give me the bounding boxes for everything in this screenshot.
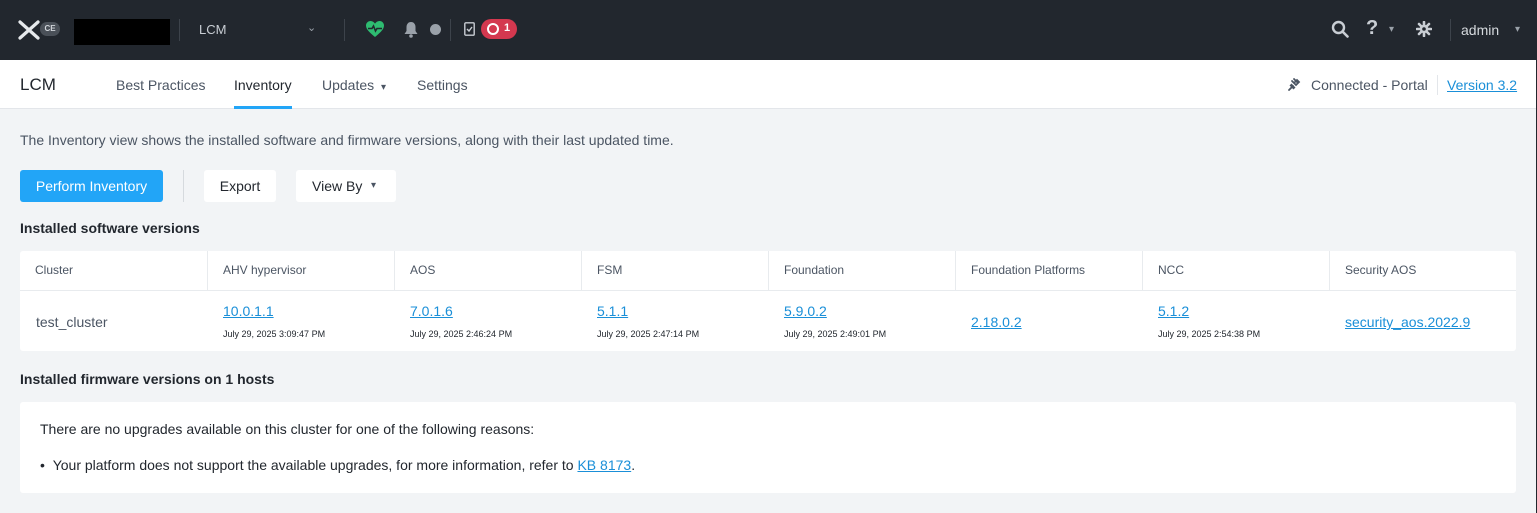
search-icon[interactable] [1331, 20, 1349, 38]
column-divider [1329, 251, 1330, 290]
alert-icon [487, 23, 499, 35]
plug-icon [1288, 78, 1301, 91]
top-navigation-bar: CE LCM ⌄ 1 ? ▾ admin ▾ [0, 0, 1537, 60]
redacted-cluster-name [74, 19, 170, 45]
divider [1437, 75, 1438, 95]
ahv-version-link[interactable]: 10.0.1.1 [223, 303, 274, 319]
foundation-updated-time: July 29, 2025 2:49:01 PM [784, 329, 887, 339]
security-aos-version-link[interactable]: security_aos.2022.9 [1345, 314, 1470, 330]
task-icon[interactable] [464, 22, 475, 36]
divider [179, 19, 180, 41]
column-header-aos[interactable]: AOS [410, 251, 435, 290]
export-button[interactable]: Export [204, 170, 276, 202]
tab-updates-label: Updates [322, 77, 375, 93]
user-menu[interactable]: admin [1461, 22, 1499, 38]
chevron-down-icon: ▾ [371, 180, 377, 191]
column-header-fsm[interactable]: FSM [597, 251, 622, 290]
bullet: • [40, 457, 53, 473]
firmware-reason-item: • Your platform does not support the ava… [40, 457, 635, 473]
chevron-down-icon: ▾ [381, 82, 387, 93]
firmware-section-title: Installed firmware versions on 1 hosts [20, 371, 275, 387]
tab-inventory[interactable]: Inventory [234, 77, 292, 93]
aos-updated-time: July 29, 2025 2:46:24 PM [410, 329, 513, 339]
cluster-name-cell: test_cluster [36, 314, 108, 330]
foundation-version-link[interactable]: 5.9.0.2 [784, 303, 827, 319]
column-header-foundation[interactable]: Foundation [784, 251, 844, 290]
fsm-updated-time: July 29, 2025 2:47:14 PM [597, 329, 700, 339]
nutanix-x-icon[interactable] [18, 20, 40, 40]
column-header-ncc[interactable]: NCC [1158, 251, 1184, 290]
page-title: LCM [20, 75, 56, 94]
divider [1450, 19, 1451, 41]
ncc-version-link[interactable]: 5.1.2 [1158, 303, 1189, 319]
aos-version-link[interactable]: 7.0.1.6 [410, 303, 453, 319]
header-divider [20, 290, 1516, 291]
perform-inventory-button[interactable]: Perform Inventory [20, 170, 163, 202]
firmware-reason-text: Your platform does not support the avail… [52, 457, 578, 473]
fsm-version-link[interactable]: 5.1.1 [597, 303, 628, 319]
software-section-title: Installed software versions [20, 220, 200, 236]
column-divider [581, 251, 582, 290]
column-header-ahv[interactable]: AHV hypervisor [223, 251, 306, 290]
ncc-updated-time: July 29, 2025 2:54:38 PM [1158, 329, 1261, 339]
chevron-down-icon[interactable]: ▾ [1515, 24, 1520, 35]
tab-settings[interactable]: Settings [417, 77, 468, 93]
chevron-down-icon[interactable]: ⌄ [307, 21, 316, 34]
lcm-subnav: LCM Best Practices Inventory Updates ▾ S… [0, 60, 1537, 109]
bell-icon[interactable] [403, 21, 419, 38]
foundation-platforms-version-link[interactable]: 2.18.0.2 [971, 314, 1022, 330]
view-by-label: View By [312, 178, 363, 194]
tab-best-practices[interactable]: Best Practices [116, 77, 205, 93]
column-divider [1142, 251, 1143, 290]
status-dot [430, 24, 441, 35]
alert-badge[interactable]: 1 [481, 19, 517, 39]
divider [183, 170, 184, 202]
chevron-down-icon[interactable]: ▾ [1389, 24, 1394, 35]
help-icon[interactable]: ? [1366, 17, 1378, 40]
column-divider [955, 251, 956, 290]
version-link[interactable]: Version 3.2 [1447, 77, 1517, 93]
column-divider [207, 251, 208, 290]
tab-updates[interactable]: Updates ▾ [322, 77, 386, 93]
ce-badge: CE [40, 22, 60, 36]
alert-count: 1 [504, 22, 511, 34]
column-header-cluster[interactable]: Cluster [35, 251, 73, 290]
view-by-dropdown[interactable]: View By ▾ [296, 170, 396, 202]
divider [450, 19, 451, 41]
kb-article-link[interactable]: KB 8173 [577, 457, 631, 473]
column-divider [394, 251, 395, 290]
health-heart-icon[interactable] [365, 20, 385, 38]
column-divider [768, 251, 769, 290]
column-header-foundation-platforms[interactable]: Foundation Platforms [971, 251, 1085, 290]
connection-status: Connected - Portal [1311, 77, 1428, 93]
active-tab-indicator [234, 106, 292, 109]
divider [344, 19, 345, 41]
firmware-info-card: There are no upgrades available on this … [20, 402, 1516, 493]
firmware-message: There are no upgrades available on this … [40, 421, 535, 437]
firmware-reason-suffix: . [631, 457, 636, 473]
app-selector[interactable]: LCM [199, 22, 226, 37]
software-versions-table: Cluster AHV hypervisor AOS FSM Foundatio… [20, 251, 1516, 351]
ahv-updated-time: July 29, 2025 3:09:47 PM [223, 329, 326, 339]
column-header-security-aos[interactable]: Security AOS [1345, 251, 1416, 290]
gear-icon[interactable] [1416, 21, 1432, 37]
inventory-description: The Inventory view shows the installed s… [20, 132, 674, 148]
